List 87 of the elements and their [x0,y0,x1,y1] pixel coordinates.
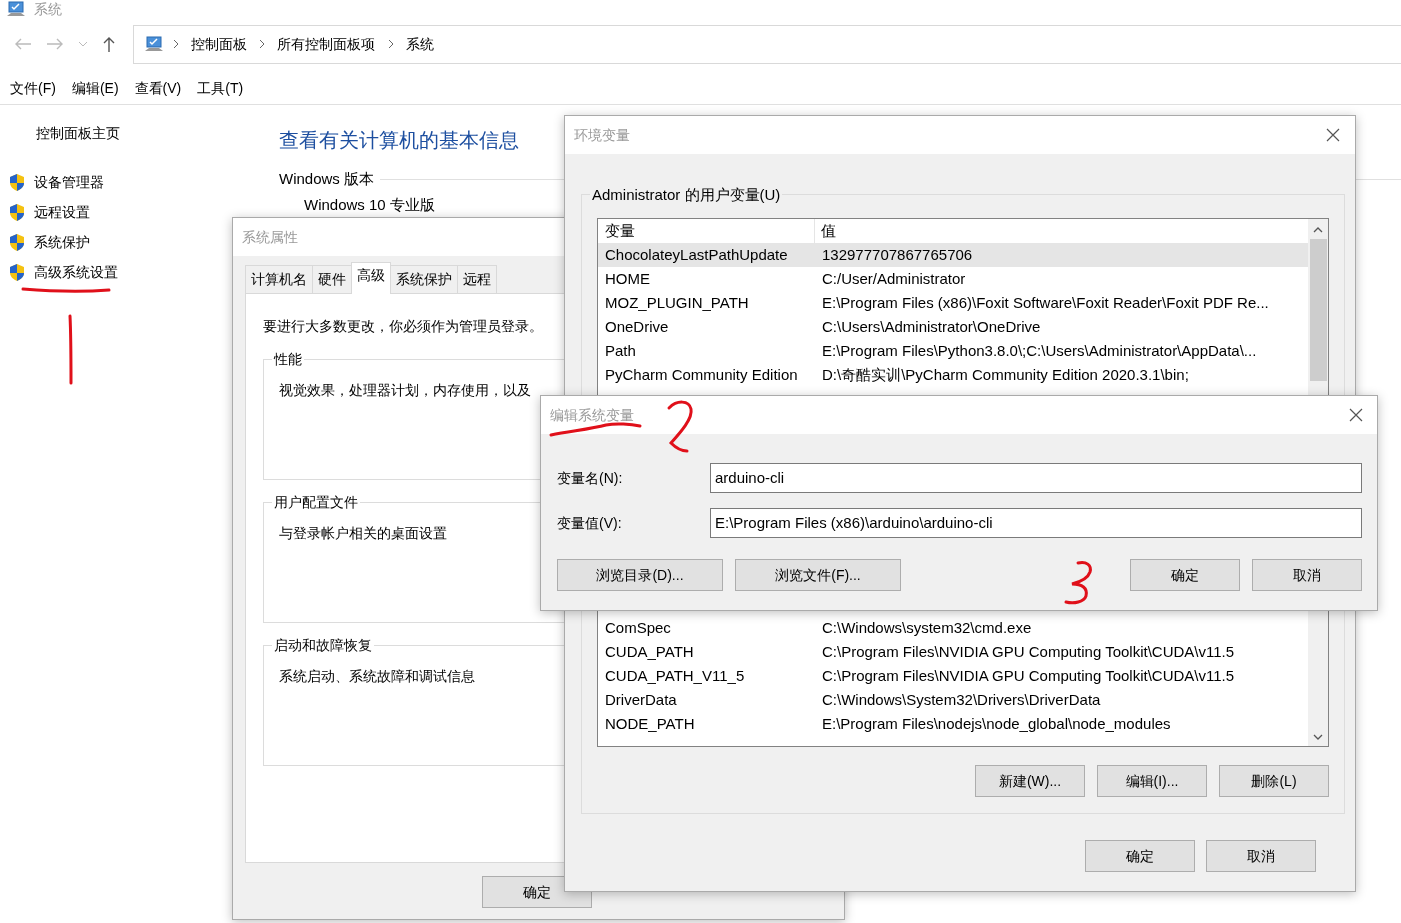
tab[interactable]: 高级 [351,262,391,294]
section-title: Windows 版本 [279,169,375,189]
breadcrumb-item[interactable]: 系统 [402,33,438,55]
group-title: 用户配置文件 [272,493,360,511]
window-title: 系统 [33,0,62,19]
computer-icon [6,1,26,17]
ok-button[interactable]: 确定 [1085,840,1195,872]
field-label: 变量值(V): [557,513,623,533]
variable-name: Path [605,341,637,361]
variable-name: HOME [605,269,651,289]
column-header[interactable]: 值 [815,219,836,243]
edition-text: Windows 10 专业版 [304,195,435,213]
variable-name: PyCharm Community Edition [605,365,799,385]
scroll-up-icon[interactable] [1313,227,1323,233]
list-action-button[interactable]: 新建(W)... [975,765,1085,797]
address-bar[interactable]: 控制面板 所有控制面板项 系统 [133,24,1401,64]
variable-value: D:\奇酷实训\PyCharm Community Edition 2020.3.1\bin; [822,365,1189,385]
list-row[interactable]: MOZ_PLUGIN_PATH E:\Program Files (x86)\Foxit Software\Foxit Reader\Foxit PDF Re... [598,291,1308,315]
variable-name: CUDA_PATH [605,642,695,662]
ok-button[interactable]: 确定 [1130,559,1240,591]
shield-icon [8,202,26,222]
tab[interactable]: 计算机名 [245,265,313,293]
tab[interactable]: 远程 [457,265,497,293]
field-label: 变量名(N): [557,468,624,488]
computer-icon [144,36,164,52]
list-action-button[interactable]: 编辑(I)... [1097,765,1207,797]
variable-name: DriverData [605,690,678,710]
annotation-scribble [1064,561,1092,605]
list-row[interactable]: OneDrive C:\Users\Administrator\OneDrive [598,315,1308,339]
breadcrumb-item[interactable]: 控制面板 [187,33,251,55]
list-row[interactable]: ChocolateyLastPathUpdate 132977707867765706 [598,243,1308,267]
cancel-button[interactable]: 取消 [1206,840,1316,872]
close-icon[interactable] [1349,408,1363,422]
group-description: 视觉效果，处理器计划，内存使用，以及 [279,381,531,400]
menu-item[interactable]: 工具(T) [197,77,244,99]
input-field[interactable]: E:\Program Files (x86)\arduino\arduino-cli [710,508,1362,538]
annotation-scribble [667,400,693,453]
variable-value: C:\Program Files\NVIDIA GPU Computing Toolkit\CUDA\v11.5 [822,642,1235,662]
shield-icon [8,262,26,282]
variable-value: C:\Windows\System32\Drivers\DriverData [822,690,1101,710]
dialog-title: 编辑系统变量 [550,405,634,425]
variable-value: C:/User/Administrator [822,269,966,289]
sidebar-link[interactable]: 设备管理器 [33,171,104,193]
menu-item[interactable]: 文件(F) [10,77,56,99]
variable-name: ComSpec [605,618,672,638]
list-row[interactable]: Path E:\Program Files\Python3.8.0\;C:\Users\Administrator\AppData\... [598,339,1308,363]
variable-value: E:\Program Files\nodejs\node_global\node_modules [822,714,1171,734]
menu-item[interactable]: 查看(V) [134,77,182,99]
variable-value: C:\Users\Administrator\OneDrive [822,317,1041,337]
browse-button[interactable]: 浏览文件(F)... [735,559,901,591]
group-title: 启动和故障恢复 [272,636,374,654]
variable-name: NODE_PATH [605,714,696,734]
list-action-button[interactable]: 删除(L) [1219,765,1329,797]
sidebar-link[interactable]: 高级系统设置 [33,261,118,283]
shield-icon [8,232,26,252]
browse-button[interactable]: 浏览目录(D)... [557,559,723,591]
close-icon[interactable] [1326,128,1340,142]
sidebar-link[interactable]: 远程设置 [33,201,90,223]
input-field[interactable]: arduino-cli [710,463,1362,493]
scrollbar-thumb[interactable] [1309,239,1327,381]
dialog-title: 环境变量 [574,125,630,145]
chevron-icon [386,39,395,49]
scroll-down-icon[interactable] [1313,734,1323,740]
variable-value: C:\Windows\system32\cmd.exe [822,618,1032,638]
up-icon[interactable] [102,36,116,52]
notice-text: 要进行大多数更改，你必须作为管理员登录。 [263,317,543,336]
chevron-icon [258,39,266,49]
list-row[interactable]: PyCharm Community Edition D:\奇酷实训\PyCharm Community Edition 2020.3.1\bin; [598,363,1308,387]
menu-item[interactable]: 编辑(E) [71,77,119,99]
cancel-button[interactable]: 取消 [1252,559,1362,591]
variable-name: OneDrive [605,317,670,337]
annotation-stroke [68,314,73,385]
variable-value: E:\Program Files (x86)\Foxit Software\Foxit Reader\Foxit PDF Re... [822,293,1269,313]
shield-icon [8,172,26,192]
variable-value: E:\Program Files\Python3.8.0\;C:\Users\Administrator\AppData\... [822,341,1257,361]
page-heading: 查看有关计算机的基本信息 [279,128,519,153]
variable-name: CUDA_PATH_V11_5 [605,666,746,686]
breadcrumb-item[interactable]: 所有控制面板项 [273,33,379,55]
sidebar-link[interactable]: 系统保护 [33,231,90,253]
group-description: 与登录帐户相关的桌面设置 [279,524,447,543]
chevron-icon [171,39,180,49]
list-row[interactable]: HOME C:/User/Administrator [598,267,1308,291]
variable-name: MOZ_PLUGIN_PATH [605,293,750,313]
variable-value: C:\Program Files\NVIDIA GPU Computing Toolkit\CUDA\v11.5 [822,666,1235,686]
group-description: 系统启动、系统故障和调试信息 [279,667,475,686]
group-title: 性能 [272,350,304,368]
sidebar-link[interactable]: 控制面板主页 [8,123,270,144]
